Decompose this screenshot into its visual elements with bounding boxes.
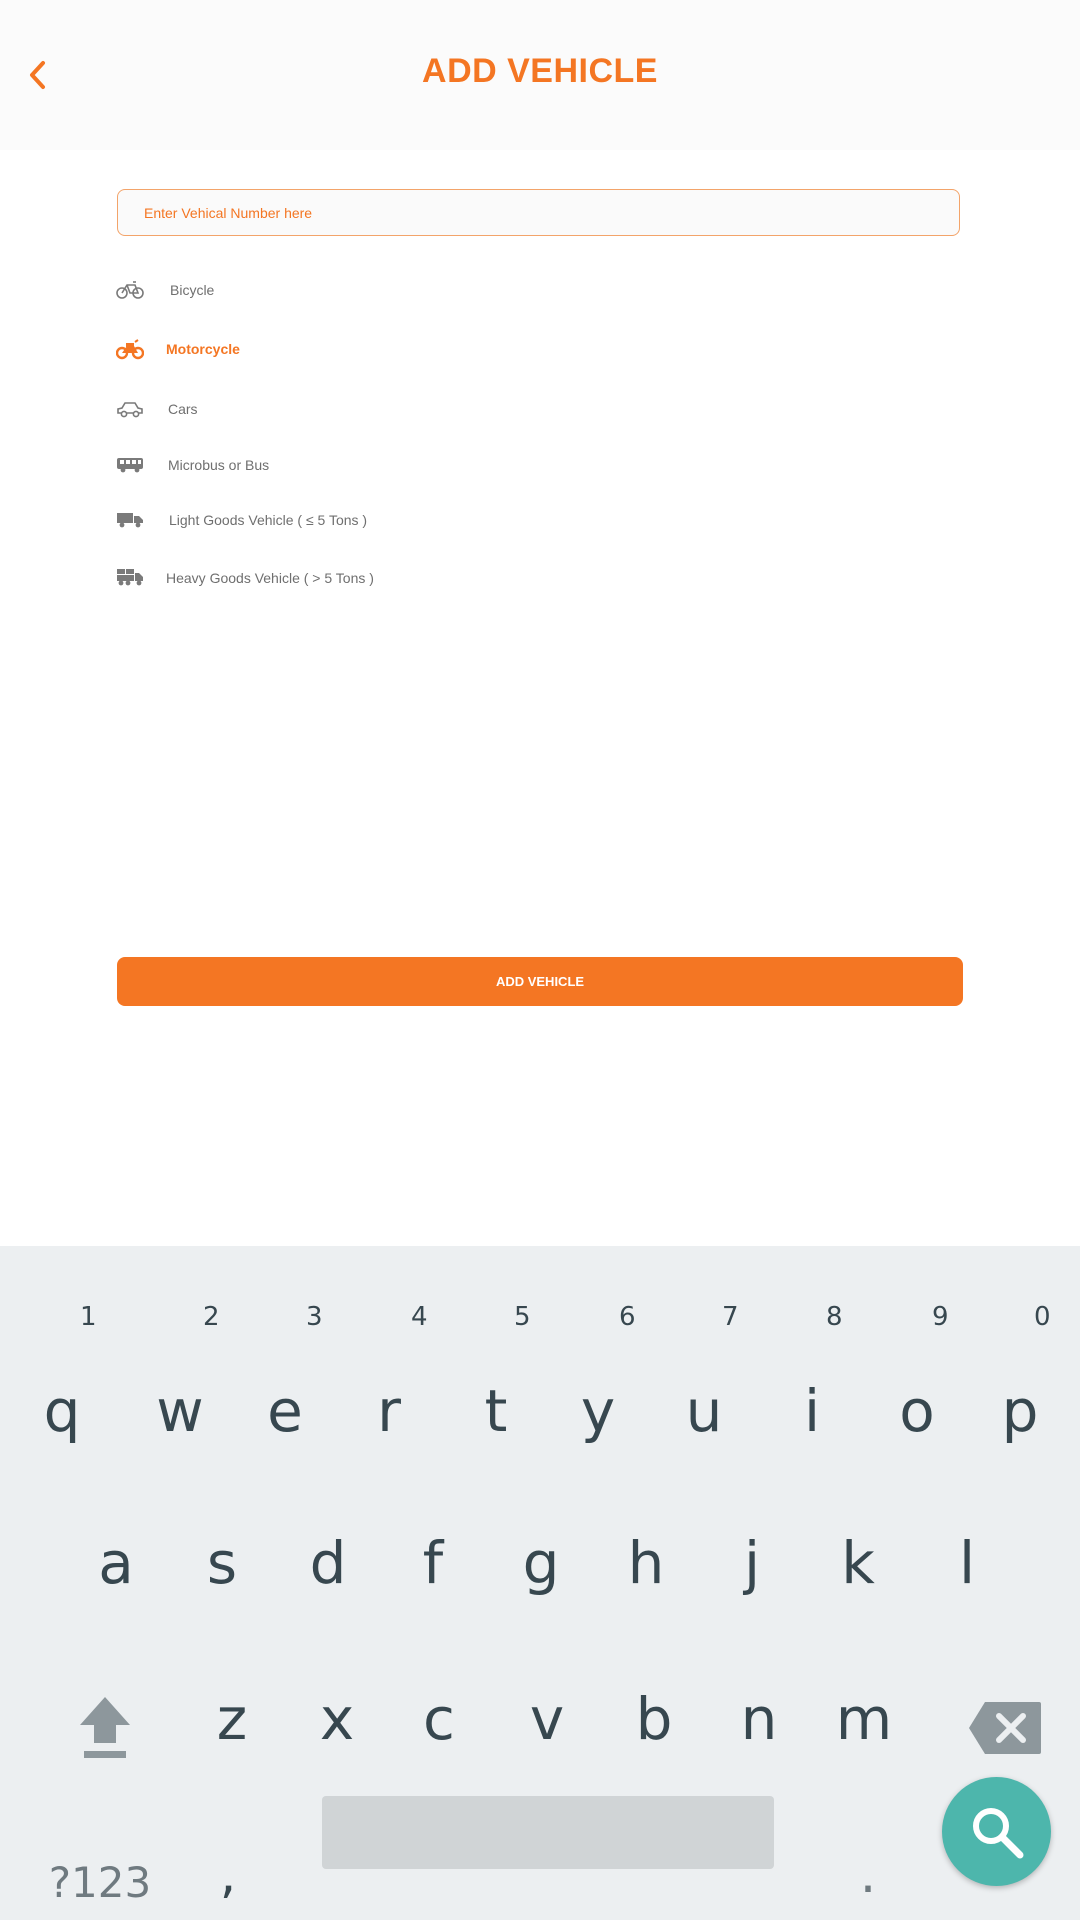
key-u[interactable]: u — [659, 1366, 749, 1456]
key-b[interactable]: b — [609, 1674, 699, 1764]
bus-icon — [116, 453, 148, 477]
key-i[interactable]: i — [767, 1366, 857, 1456]
key-y[interactable]: y — [553, 1366, 643, 1456]
key-z[interactable]: z — [187, 1674, 277, 1764]
key-t[interactable]: t — [451, 1366, 541, 1456]
vehicle-option-bicycle[interactable]: Bicycle — [116, 270, 616, 310]
key-hint: 0 — [1034, 1302, 1051, 1332]
vehicle-option-label: Bicycle — [170, 282, 215, 298]
vehicle-option-light-goods[interactable]: Light Goods Vehicle ( ≤ 5 Tons ) — [116, 500, 616, 540]
shift-icon — [80, 1696, 130, 1758]
search-icon — [972, 1807, 1023, 1858]
key-l[interactable]: l — [922, 1518, 1012, 1608]
page-title: ADD VEHICLE — [422, 52, 658, 90]
vehicle-option-motorcycle[interactable]: Motorcycle — [116, 329, 616, 369]
shift-key[interactable] — [60, 1679, 150, 1769]
key-g[interactable]: g — [496, 1518, 586, 1608]
key-hint: 8 — [826, 1302, 843, 1332]
key-o[interactable]: o — [872, 1366, 962, 1456]
car-icon — [116, 397, 148, 421]
key-j[interactable]: j — [707, 1518, 797, 1608]
key-n[interactable]: n — [714, 1674, 804, 1764]
key-k[interactable]: k — [813, 1518, 903, 1608]
key-hint: 1 — [80, 1302, 97, 1332]
add-vehicle-button[interactable]: ADD VEHICLE — [117, 957, 963, 1006]
vehicle-number-input[interactable] — [117, 189, 960, 236]
spacebar-key[interactable] — [322, 1796, 774, 1869]
vehicle-option-label: Light Goods Vehicle ( ≤ 5 Tons ) — [169, 512, 368, 528]
key-c[interactable]: c — [394, 1674, 484, 1764]
key-w[interactable]: w — [135, 1366, 225, 1456]
key-v[interactable]: v — [502, 1674, 592, 1764]
vehicle-option-heavy-goods[interactable]: Heavy Goods Vehicle ( > 5 Tons ) — [116, 558, 616, 598]
key-p[interactable]: p — [975, 1366, 1065, 1456]
period-key[interactable]: . — [823, 1830, 913, 1920]
heavy-truck-icon — [116, 566, 148, 590]
key-x[interactable]: x — [292, 1674, 382, 1764]
backspace-icon — [969, 1701, 1041, 1754]
key-q[interactable]: q — [17, 1366, 107, 1456]
vehicle-option-label: Heavy Goods Vehicle ( > 5 Tons ) — [166, 570, 374, 586]
key-a[interactable]: a — [71, 1518, 161, 1608]
key-hint: 7 — [722, 1302, 739, 1332]
bicycle-icon — [116, 278, 148, 302]
key-f[interactable]: f — [388, 1518, 478, 1608]
vehicle-option-label: Cars — [168, 401, 198, 417]
light-truck-icon — [116, 508, 148, 532]
vehicle-option-label: Microbus or Bus — [168, 457, 270, 473]
key-hint: 4 — [411, 1302, 428, 1332]
key-hint: 6 — [619, 1302, 636, 1332]
key-e[interactable]: e — [240, 1366, 330, 1456]
vehicle-option-cars[interactable]: Cars — [116, 389, 616, 429]
comma-key[interactable]: , — [183, 1830, 273, 1920]
key-hint: 5 — [514, 1302, 531, 1332]
backspace-key[interactable] — [950, 1679, 1060, 1769]
key-d[interactable]: d — [283, 1518, 373, 1608]
key-m[interactable]: m — [819, 1674, 909, 1764]
search-key[interactable] — [942, 1777, 1051, 1886]
key-r[interactable]: r — [344, 1366, 434, 1456]
vehicle-option-label: Motorcycle — [166, 341, 240, 357]
key-hint: 2 — [203, 1302, 220, 1332]
key-hint: 9 — [932, 1302, 949, 1332]
key-hint: 3 — [306, 1302, 323, 1332]
vehicle-option-bus[interactable]: Microbus or Bus — [116, 445, 616, 485]
app-header: ADD VEHICLE — [0, 0, 1080, 150]
key-s[interactable]: s — [177, 1518, 267, 1608]
symbols-key[interactable]: ?123 — [45, 1838, 155, 1928]
motorcycle-icon — [116, 337, 148, 361]
key-h[interactable]: h — [601, 1518, 691, 1608]
